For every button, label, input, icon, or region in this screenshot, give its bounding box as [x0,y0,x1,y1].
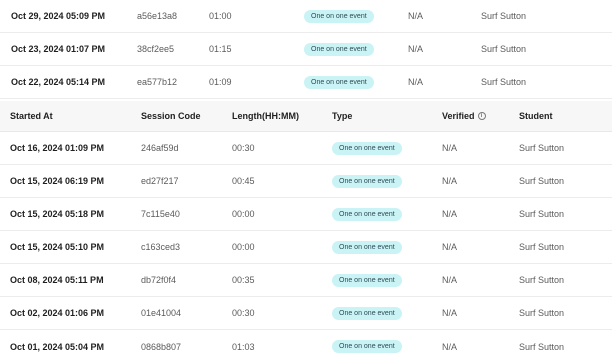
session-code-cell: c163ced3 [141,242,181,252]
student-cell: Surf Sutton [519,176,565,186]
student-cell: Surf Sutton [481,44,527,54]
type-cell: One on one event [304,33,374,65]
session-code-cell: 01e41004 [141,308,182,318]
type-cell: One on one event [332,330,402,363]
verified-cell: N/A [442,275,458,285]
sessions-table: Oct 16, 2024 01:09 PM 246af59d 00:30 One… [0,132,612,363]
session-code-cell: ea577b12 [137,77,178,87]
type-cell: One on one event [332,297,402,329]
student-cell: Surf Sutton [519,341,565,352]
sessions-table-top: Oct 29, 2024 05:09 PM a56e13a8 01:00 One… [0,0,612,99]
type-cell: One on one event [332,165,402,197]
verified-cell: N/A [442,176,458,186]
started-at-cell: Oct 15, 2024 06:19 PM [10,176,105,186]
header-type[interactable]: Type [332,101,352,131]
started-at-cell: Oct 22, 2024 05:14 PM [11,77,106,87]
verified-cell: N/A [408,77,424,87]
verified-cell: N/A [408,44,424,54]
table-row[interactable]: Oct 16, 2024 01:09 PM 246af59d 00:30 One… [0,132,612,165]
student-cell: Surf Sutton [481,77,527,87]
student-cell: Surf Sutton [519,275,565,285]
length-cell: 00:30 [232,143,255,153]
started-at-cell: Oct 16, 2024 01:09 PM [10,143,105,153]
verified-cell: N/A [408,11,424,21]
length-cell: 01:15 [209,44,232,54]
length-cell: 01:03 [232,341,255,352]
header-length[interactable]: Length(HH:MM) [232,101,299,131]
started-at-cell: Oct 08, 2024 05:11 PM [10,275,104,285]
type-badge: One on one event [304,42,374,56]
session-code-cell: a56e13a8 [137,11,178,21]
table-row[interactable]: Oct 22, 2024 05:14 PM ea577b12 01:09 One… [0,66,612,99]
info-icon[interactable]: i [477,112,486,120]
table-row[interactable]: Oct 08, 2024 05:11 PM db72f0f4 00:35 One… [0,264,612,297]
header-verified[interactable]: Verified i [442,101,486,131]
student-cell: Surf Sutton [519,242,565,252]
length-cell: 00:00 [232,209,255,219]
length-cell: 00:35 [232,275,255,285]
student-cell: Surf Sutton [519,308,565,318]
verified-cell: N/A [442,209,458,219]
verified-cell: N/A [442,242,458,252]
table-row[interactable]: Oct 01, 2024 05:04 PM 0868b807 01:03 One… [0,330,612,363]
type-cell: One on one event [332,198,402,230]
started-at-cell: Oct 01, 2024 05:04 PM [10,341,105,352]
type-badge: One on one event [332,174,402,188]
type-cell: One on one event [332,132,402,164]
type-cell: One on one event [332,264,402,296]
type-badge: One on one event [332,273,402,287]
header-verified-label: Verified [442,111,475,121]
verified-cell: N/A [442,341,458,352]
session-code-cell: 0868b807 [141,341,182,352]
session-code-cell: ed27f217 [141,176,179,186]
table-row[interactable]: Oct 02, 2024 01:06 PM 01e41004 00:30 One… [0,297,612,330]
session-code-cell: db72f0f4 [141,275,177,285]
type-badge: One on one event [332,141,402,155]
student-cell: Surf Sutton [519,143,565,153]
table-row[interactable]: Oct 29, 2024 05:09 PM a56e13a8 01:00 One… [0,0,612,33]
student-cell: Surf Sutton [481,11,527,21]
session-code-cell: 38cf2ee5 [137,44,175,54]
started-at-cell: Oct 02, 2024 01:06 PM [10,308,105,318]
started-at-cell: Oct 15, 2024 05:10 PM [10,242,105,252]
started-at-cell: Oct 15, 2024 05:18 PM [10,209,105,219]
type-cell: One on one event [332,231,402,263]
started-at-cell: Oct 23, 2024 01:07 PM [11,44,106,54]
table-row[interactable]: Oct 15, 2024 05:18 PM 7c115e40 00:00 One… [0,198,612,231]
type-badge: One on one event [332,306,402,320]
header-student[interactable]: Student [519,101,553,131]
header-started-at[interactable]: Started At [10,101,53,131]
length-cell: 00:45 [232,176,255,186]
type-badge: One on one event [304,9,374,23]
student-cell: Surf Sutton [519,209,565,219]
table-row[interactable]: Oct 15, 2024 05:10 PM c163ced3 00:00 One… [0,231,612,264]
length-cell: 00:30 [232,308,255,318]
type-cell: One on one event [304,0,374,32]
type-cell: One on one event [304,66,374,98]
length-cell: 01:09 [209,77,232,87]
verified-cell: N/A [442,143,458,153]
length-cell: 00:00 [232,242,255,252]
type-badge: One on one event [332,240,402,254]
table-header: Started At Session Code Length(HH:MM) Ty… [0,101,612,132]
verified-cell: N/A [442,308,458,318]
type-badge: One on one event [304,75,374,89]
length-cell: 01:00 [209,11,232,21]
type-badge: One on one event [332,340,402,353]
header-session-code[interactable]: Session Code [141,101,201,131]
started-at-cell: Oct 29, 2024 05:09 PM [11,11,106,21]
table-row[interactable]: Oct 23, 2024 01:07 PM 38cf2ee5 01:15 One… [0,33,612,66]
type-badge: One on one event [332,207,402,221]
session-code-cell: 7c115e40 [141,209,180,219]
session-code-cell: 246af59d [141,143,179,153]
table-row[interactable]: Oct 15, 2024 06:19 PM ed27f217 00:45 One… [0,165,612,198]
